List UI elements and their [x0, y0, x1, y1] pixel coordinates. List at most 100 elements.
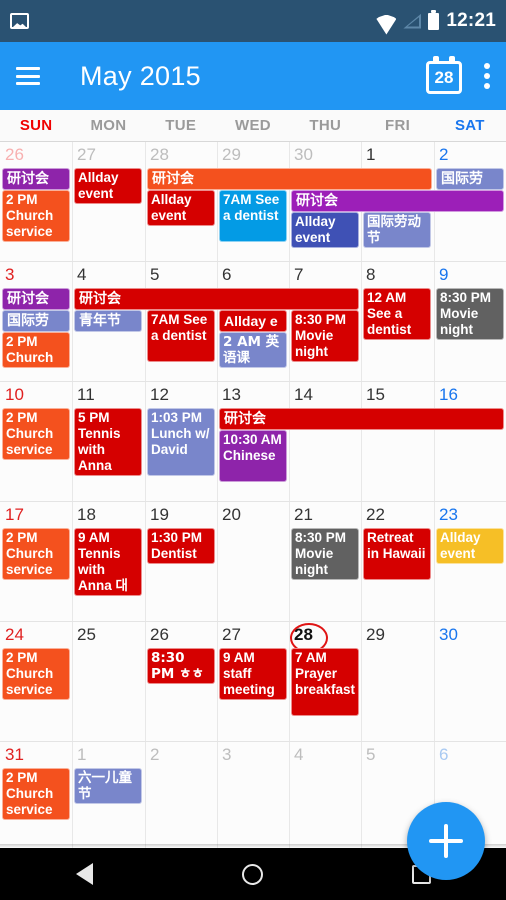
- calendar-event[interactable]: 7 AM Prayer breakfast: [291, 648, 359, 716]
- calendar-event[interactable]: 1:03 PM Lunch w/ David: [147, 408, 215, 476]
- day-number-5[interactable]: 5: [145, 265, 213, 285]
- calendar-event[interactable]: 研讨会: [2, 168, 70, 190]
- day-number-24[interactable]: 24: [0, 625, 68, 645]
- calendar-event[interactable]: 8:30 PM Movie night: [291, 310, 359, 362]
- day-number-7[interactable]: 7: [289, 265, 357, 285]
- day-number-26[interactable]: 26: [145, 625, 213, 645]
- day-number-6[interactable]: 6: [434, 745, 502, 765]
- day-number-21[interactable]: 21: [289, 505, 357, 525]
- status-bar: 12:21: [0, 0, 506, 42]
- day-number-28[interactable]: 28: [145, 145, 213, 165]
- day-number-18[interactable]: 18: [72, 505, 140, 525]
- weekday-label-tue: TUE: [165, 117, 197, 134]
- calendar-event[interactable]: 2 PM Church service: [2, 190, 70, 242]
- day-number-30[interactable]: 30: [434, 625, 502, 645]
- day-number-16[interactable]: 16: [434, 385, 502, 405]
- day-number-13[interactable]: 13: [217, 385, 285, 405]
- day-number-3[interactable]: 3: [217, 745, 285, 765]
- day-number-19[interactable]: 19: [145, 505, 213, 525]
- day-number-8[interactable]: 8: [361, 265, 429, 285]
- day-number-9[interactable]: 9: [434, 265, 502, 285]
- day-number-22[interactable]: 22: [361, 505, 429, 525]
- day-number-14[interactable]: 14: [289, 385, 357, 405]
- calendar-event[interactable]: 研讨会: [147, 168, 432, 190]
- weekday-label-mon: MON: [90, 117, 127, 134]
- calendar-event[interactable]: Allday e: [219, 310, 287, 332]
- kebab-dot: [484, 83, 490, 89]
- day-number-30[interactable]: 30: [289, 145, 357, 165]
- calendar-event[interactable]: 国际劳: [2, 310, 70, 332]
- day-number-2[interactable]: 2: [145, 745, 213, 765]
- day-number-17[interactable]: 17: [0, 505, 68, 525]
- calendar-event[interactable]: 5 PM Tennis with Anna: [74, 408, 142, 476]
- calendar-event[interactable]: 9 AM staff meeting: [219, 648, 287, 700]
- calendar-event[interactable]: Allday event: [147, 190, 215, 226]
- today-calendar-icon[interactable]: 28: [424, 56, 464, 96]
- kebab-dot: [484, 63, 490, 69]
- calendar-event[interactable]: 2 PM Church service: [2, 768, 70, 820]
- calendar-event[interactable]: 研讨会: [219, 408, 504, 430]
- app-bar: May 2015 28: [0, 42, 506, 110]
- day-number-10[interactable]: 10: [0, 385, 68, 405]
- back-icon: [75, 863, 93, 885]
- home-button[interactable]: [218, 848, 288, 900]
- calendar-event[interactable]: 2 PM Church service: [2, 648, 70, 700]
- calendar-event[interactable]: 2 AM 英语课: [219, 332, 287, 368]
- back-button[interactable]: [49, 848, 119, 900]
- calendar-event[interactable]: 10:30 AM Chinese: [219, 430, 287, 482]
- calendar-event[interactable]: Allday event: [74, 168, 142, 204]
- calendar-week-row: 24 25 26 27 28 29 30 2 PM Church service 8:30 PM…: [0, 622, 506, 742]
- calendar-event[interactable]: 12 AM See a dentist: [363, 288, 431, 340]
- day-number-20[interactable]: 20: [217, 505, 285, 525]
- day-number-25[interactable]: 25: [72, 625, 140, 645]
- calendar-event[interactable]: 7AM See a dentist: [147, 310, 215, 362]
- calendar-event[interactable]: 国际劳: [436, 168, 504, 190]
- calendar-event[interactable]: 7AM See a dentist: [219, 190, 287, 242]
- hamburger-menu-icon[interactable]: [16, 67, 40, 85]
- calendar-event[interactable]: 8:30 PM ㅎㅎ: [147, 648, 215, 684]
- day-number-6[interactable]: 6: [217, 265, 285, 285]
- day-number-5[interactable]: 5: [361, 745, 429, 765]
- battery-icon: [428, 9, 440, 30]
- day-number-23[interactable]: 23: [434, 505, 502, 525]
- calendar-month-grid[interactable]: 26 27 28 29 30 1 2 研讨会 2 PM Church service Allday…: [0, 142, 506, 848]
- calendar-event[interactable]: 2 PM Church service: [2, 528, 70, 580]
- day-number-27[interactable]: 27: [217, 625, 285, 645]
- day-number-15[interactable]: 15: [361, 385, 429, 405]
- day-number-2[interactable]: 2: [434, 145, 502, 165]
- overflow-menu-icon[interactable]: [484, 63, 490, 89]
- day-number-29[interactable]: 29: [217, 145, 285, 165]
- day-number-11[interactable]: 11: [72, 385, 140, 405]
- calendar-event[interactable]: 青年节: [74, 310, 142, 332]
- today-calendar-icon-day: 28: [434, 68, 454, 87]
- day-number-1[interactable]: 1: [361, 145, 429, 165]
- day-number-4[interactable]: 4: [72, 265, 140, 285]
- calendar-event[interactable]: 研讨会: [74, 288, 359, 310]
- calendar-event[interactable]: 1:30 PM Dentist: [147, 528, 215, 564]
- day-number-28[interactable]: 28: [289, 625, 357, 645]
- calendar-event[interactable]: 9 AM Tennis with Anna 대: [74, 528, 142, 596]
- day-number-26[interactable]: 26: [0, 145, 68, 165]
- day-number-27[interactable]: 27: [72, 145, 140, 165]
- calendar-event[interactable]: 六一儿童节: [74, 768, 142, 804]
- calendar-event[interactable]: Allday event: [291, 212, 359, 248]
- calendar-event[interactable]: 8:30 PM Movie night: [436, 288, 504, 340]
- weekday-label-sun: SUN: [19, 117, 53, 134]
- day-number-29[interactable]: 29: [361, 625, 429, 645]
- calendar-event[interactable]: 研讨会: [2, 288, 70, 310]
- day-number-1[interactable]: 1: [72, 745, 140, 765]
- day-number-12[interactable]: 12: [145, 385, 213, 405]
- day-number-4[interactable]: 4: [289, 745, 357, 765]
- calendar-event[interactable]: Retreat in Hawaii: [363, 528, 431, 580]
- day-number-31[interactable]: 31: [0, 745, 68, 765]
- calendar-event[interactable]: Allday event: [436, 528, 504, 564]
- calendar-event[interactable]: 国际劳动节: [363, 212, 431, 248]
- app-bar-actions: 28: [424, 56, 490, 96]
- status-bar-clock: 12:21: [446, 10, 496, 31]
- calendar-event[interactable]: 研讨会: [291, 190, 504, 212]
- calendar-event[interactable]: 8:30 PM Movie night: [291, 528, 359, 580]
- day-number-3[interactable]: 3: [0, 265, 68, 285]
- add-event-fab[interactable]: [407, 802, 485, 880]
- calendar-event[interactable]: 2 PM Church service: [2, 408, 70, 460]
- calendar-event[interactable]: 2 PM Church: [2, 332, 70, 368]
